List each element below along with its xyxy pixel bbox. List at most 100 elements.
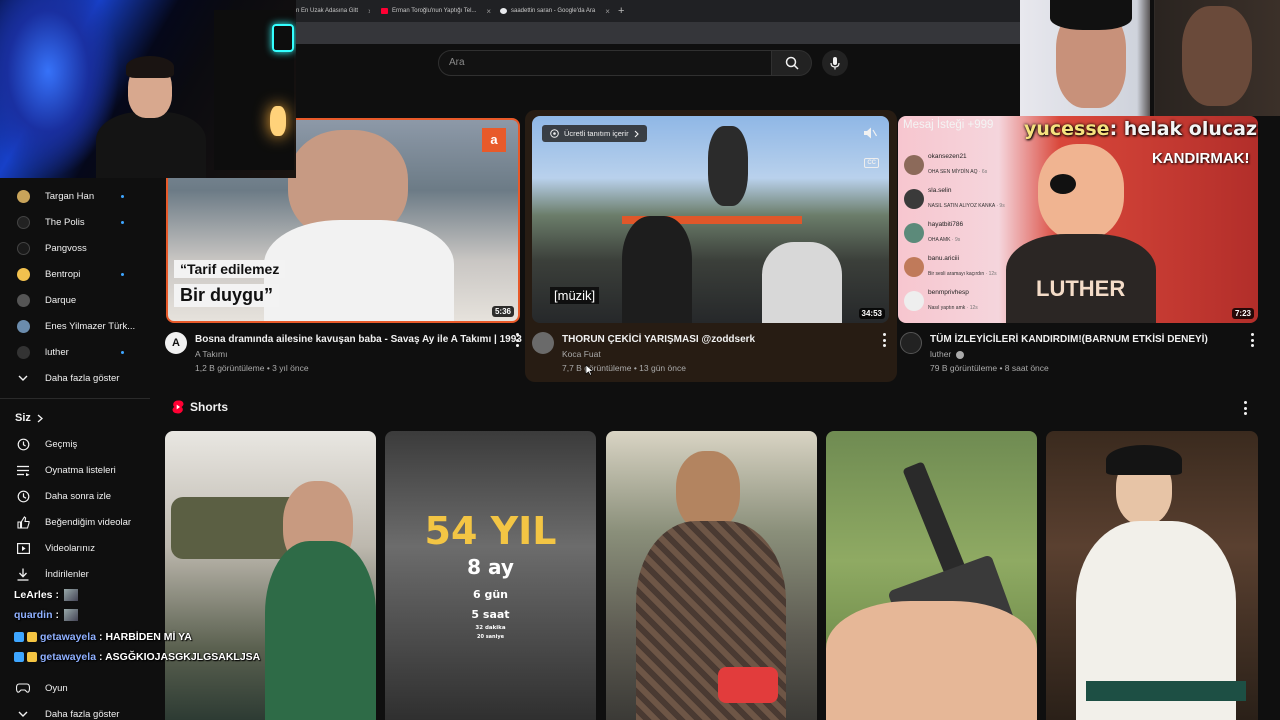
chevron-right-icon <box>37 414 43 422</box>
channel-name-row[interactable]: luther <box>930 349 964 359</box>
webcam-person <box>126 56 174 78</box>
thumbnail-message: hayatbiti786 OHA AMK · 9s <box>904 216 1034 250</box>
channel-avatar[interactable] <box>900 332 922 354</box>
message-age: 12s <box>988 270 997 277</box>
thumbnail-message: banu.ariciii Bir sesli aramayı kaçırdın ·… <box>904 250 1034 284</box>
verified-icon <box>955 350 964 359</box>
close-icon[interactable]: × <box>368 7 370 16</box>
browser-tab[interactable]: n En Uzak Adasına Gitt × <box>296 3 370 19</box>
message-age: 6s <box>981 168 988 175</box>
live-indicator <box>121 272 124 276</box>
channel-avatar <box>17 345 30 359</box>
microphone-icon <box>830 57 840 70</box>
search-input[interactable]: Ara <box>438 50 772 76</box>
short-thumbnail[interactable] <box>826 431 1037 720</box>
live-indicator <box>121 194 124 198</box>
browser-tab[interactable]: saadettin saran - Google'da Ara × <box>500 3 612 19</box>
sidebar-item-downloads[interactable]: İndirilenler <box>0 562 150 586</box>
avatar <box>904 223 924 243</box>
new-tab-button[interactable]: + <box>618 3 630 19</box>
sidebar-subscription[interactable]: luther <box>0 340 150 364</box>
close-icon[interactable]: × <box>486 7 491 16</box>
message-user: sla.selin <box>928 186 952 194</box>
more-options-icon[interactable] <box>1243 401 1247 415</box>
lamp-icon <box>270 106 286 136</box>
chat-user: getawayela <box>40 631 97 643</box>
mute-icon[interactable] <box>863 126 877 140</box>
thumbnail-figure <box>718 667 778 703</box>
you-section-header[interactable]: Siz <box>15 412 43 424</box>
thumbnail-banner-text: KANDIRMAK! <box>1152 150 1250 167</box>
sidebar-item-your-videos[interactable]: Videolarınız <box>0 536 150 560</box>
close-icon[interactable]: × <box>605 7 610 16</box>
sidebar-subscription[interactable]: Darque <box>0 288 150 312</box>
message-text: NASIL SATIN ALIYOZ KANKA <box>928 202 995 209</box>
short-thumbnail[interactable] <box>1046 431 1258 720</box>
video-title[interactable]: Bosna dramında ailesine kavuşan baba - S… <box>195 334 522 345</box>
chat-user: quardin <box>14 609 53 621</box>
sidebar-item-label: luther <box>45 346 69 358</box>
sidebar-subscription[interactable]: Pangvoss <box>0 236 150 260</box>
shorts-header: Shorts <box>172 400 228 414</box>
more-options-icon[interactable] <box>882 333 886 347</box>
search-button[interactable] <box>772 50 812 76</box>
tab-label: saadettin saran - Google'da Ara <box>511 8 596 14</box>
sidebar-item-label: Daha fazla göster <box>45 708 120 720</box>
sidebar-subscription[interactable]: Enes Yilmazer Türk... <box>0 314 150 338</box>
video-meta: 1,2 B görüntüleme • 3 yıl önce <box>195 363 309 373</box>
channel-avatar[interactable]: A <box>165 332 187 354</box>
video-duration: 7:23 <box>1231 308 1254 319</box>
short-thumbnail[interactable] <box>165 431 376 720</box>
sidebar-subscription[interactable]: Bentropi <box>0 262 150 286</box>
more-options-icon[interactable] <box>1250 333 1254 347</box>
video-title[interactable]: THORUN ÇEKİCİ YARIŞMASI @zoddserk <box>562 334 755 345</box>
webcam-divider <box>1150 0 1154 116</box>
message-user: okansezen21 <box>928 152 967 160</box>
short-overlay-text: 32 dakika <box>475 625 506 631</box>
video-thumbnail[interactable]: Mesaj İsteği +999 KANDIRMAK! LUTHER okan… <box>898 116 1258 323</box>
short-thumbnail[interactable] <box>606 431 817 720</box>
thumbnail-figure <box>1038 144 1124 240</box>
show-more-button[interactable]: Daha fazla göster <box>0 366 150 390</box>
show-more-button[interactable]: Daha fazla göster <box>0 702 150 720</box>
chat-user: yucesse <box>1024 118 1110 140</box>
closed-captions-icon[interactable]: CC <box>864 158 879 168</box>
sidebar-item-playlists[interactable]: Oynatma listeleri <box>0 458 150 482</box>
video-title[interactable]: TÜM İZLEYİCİLERİ KANDIRDIM!(BARNUM ETKİS… <box>930 334 1208 345</box>
chat-text: : ASGĞKIOJASGKJLGSAKLJSA <box>99 651 261 663</box>
sidebar-item-label: Darque <box>45 294 77 306</box>
sidebar-item-label: Beğendiğim videolar <box>45 516 132 528</box>
tab-label: n En Uzak Adasına Gitt <box>296 8 359 14</box>
voice-search-button[interactable] <box>822 50 848 76</box>
sidebar-item-label: Geçmiş <box>45 438 78 450</box>
channel-name[interactable]: A Takımı <box>195 349 227 359</box>
sidebar-item-gaming[interactable]: Oyun <box>0 676 150 700</box>
short-thumbnail[interactable]: 54 YIL 8 ay 6 gün 5 saat 32 dakika 20 sa… <box>385 431 596 720</box>
chevron-down-icon <box>16 707 30 720</box>
channel-avatar[interactable] <box>532 332 554 354</box>
shorts-icon <box>172 400 184 414</box>
more-options-icon[interactable] <box>515 333 519 347</box>
browser-tab[interactable]: Erman Toroğlu'nun Yaptığı Tel... × <box>381 3 491 19</box>
thumbnail-figure <box>264 220 454 321</box>
message-text: Bir sesli aramayı kaçırdın <box>928 270 985 277</box>
search-icon <box>785 56 799 70</box>
sidebar-item-watch-later[interactable]: Daha sonra izle <box>0 484 150 508</box>
webcam-person <box>1182 6 1252 106</box>
sidebar-subscription[interactable]: The Polis <box>0 210 150 234</box>
message-text: OHA AMK <box>928 236 951 243</box>
mouse-cursor-icon <box>585 364 594 376</box>
video-thumbnail[interactable]: Ücretli tanıtım içerir CC [müzik] 34:53 <box>532 116 889 323</box>
message-requests-badge: Mesaj İsteği +999 <box>903 119 994 131</box>
chevron-right-icon <box>634 130 639 137</box>
sidebar-item-liked-videos[interactable]: Beğendiğim videolar <box>0 510 150 534</box>
short-overlay-text: 8 ay <box>467 555 514 579</box>
channel-name[interactable]: Koca Fuat <box>562 349 601 359</box>
sidebar-subscription[interactable]: Targan Han <box>0 184 150 208</box>
chat-message: getawayela : HARBİDEN Mİ YA <box>14 631 192 643</box>
thumbnail-figure <box>1106 445 1182 475</box>
thumbnail-message: benmprivhesp Nasıl yaptın amk · 12s <box>904 284 1034 318</box>
paid-promotion-badge[interactable]: Ücretli tanıtım içerir <box>542 125 647 142</box>
chat-badge-icon <box>27 632 37 642</box>
sidebar-item-history[interactable]: Geçmiş <box>0 432 150 456</box>
